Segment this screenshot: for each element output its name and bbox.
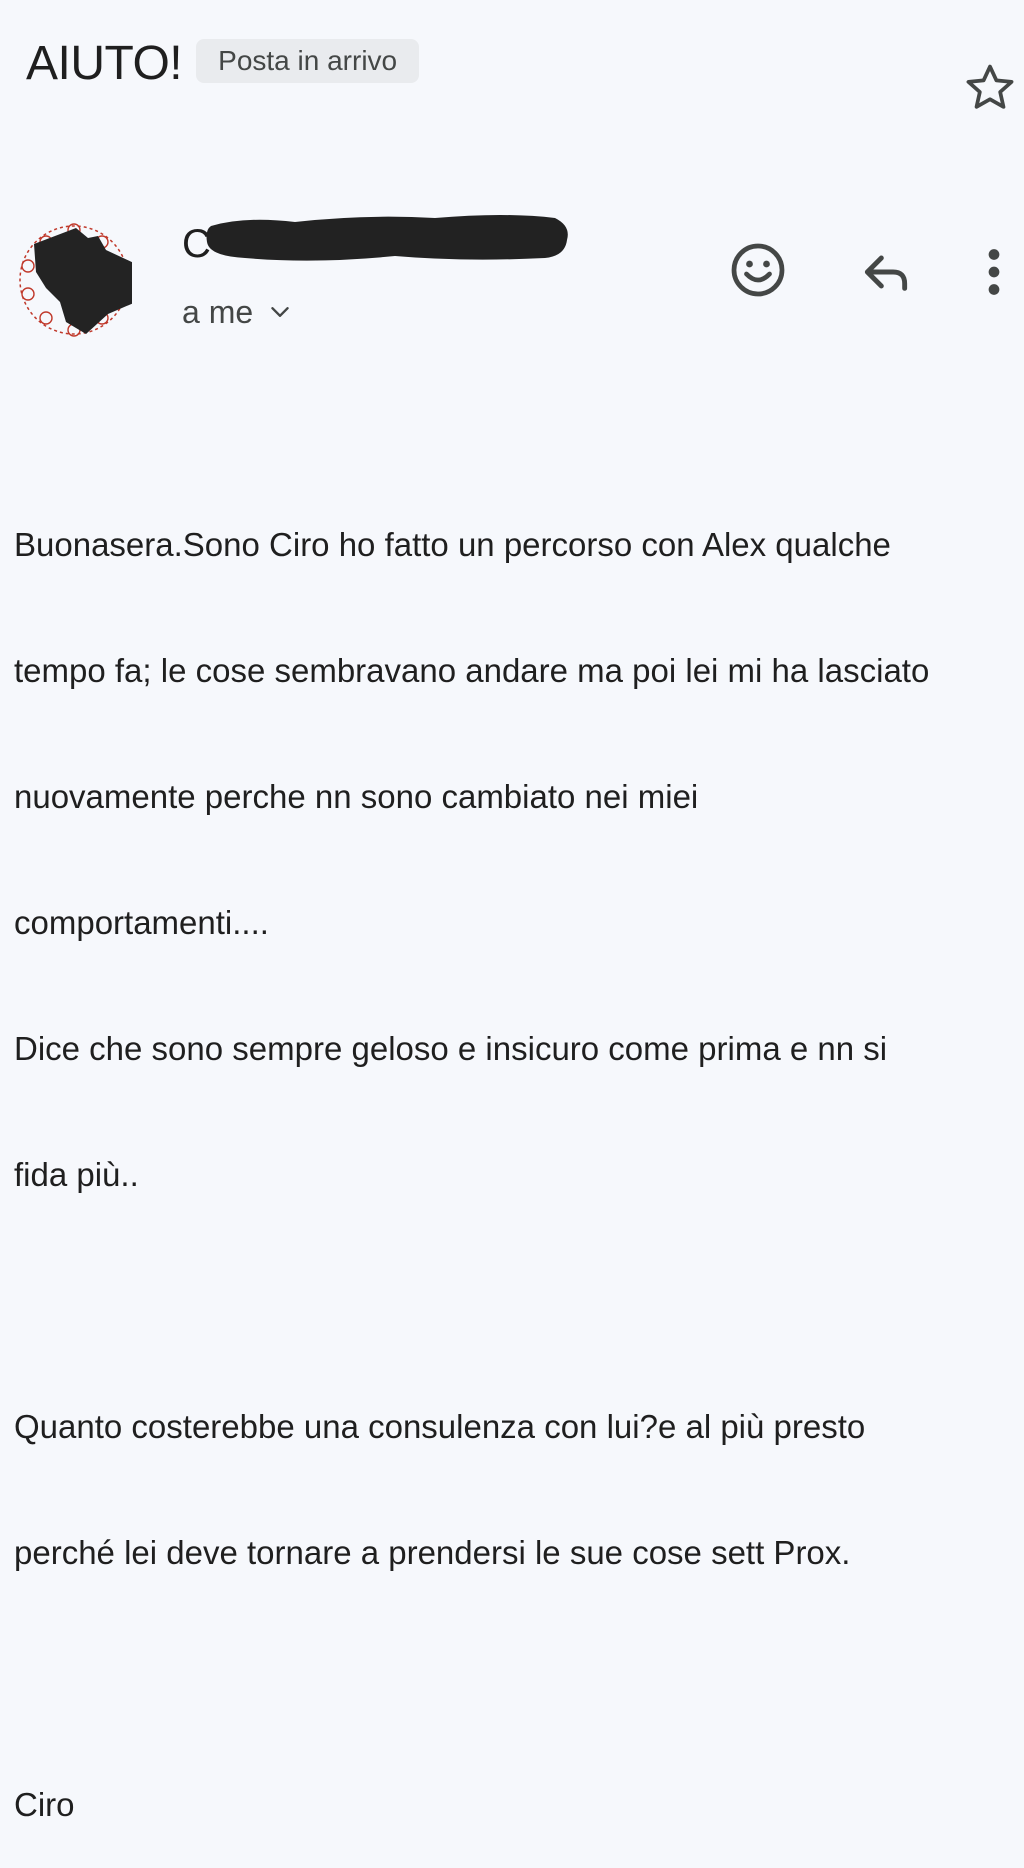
message-line: Buonasera.Sono Ciro ho fatto un percorso… [14, 526, 891, 563]
message-line: comportamenti.... [14, 904, 269, 941]
subject-row: AIUTO! Posta in arrivo [26, 34, 420, 94]
email-subject: AIUTO! [26, 37, 183, 90]
message-line: Dice che sono sempre geloso e insicuro c… [14, 1030, 888, 1067]
recipient-details-toggle[interactable]: a me [182, 290, 293, 334]
reply-icon[interactable] [856, 244, 916, 300]
label-chip-inbox[interactable]: Posta in arrivo [196, 39, 420, 83]
sender-name-redaction [206, 215, 568, 261]
emoji-reaction-icon[interactable] [728, 240, 788, 300]
sender-avatar[interactable] [16, 222, 132, 338]
message-line: fida più.. [14, 1156, 139, 1193]
star-icon[interactable] [962, 60, 1018, 116]
recipient-label: a me [182, 294, 254, 330]
message-line: nuovamente perche nn sono cambiato nei m… [14, 778, 699, 815]
message-signature: Ciro [14, 1786, 75, 1823]
message-line: perché lei deve tornare a prendersi le s… [14, 1534, 851, 1571]
more-vert-icon[interactable] [974, 244, 1014, 300]
message-line: tempo fa; le cose sembravano andare ma p… [14, 652, 930, 689]
message-line: Quanto costerebbe una consulenza con lui… [14, 1408, 866, 1445]
chevron-down-icon [271, 307, 289, 317]
message-body: Buonasera.Sono Ciro ho fatto un percorso… [14, 440, 1014, 1868]
